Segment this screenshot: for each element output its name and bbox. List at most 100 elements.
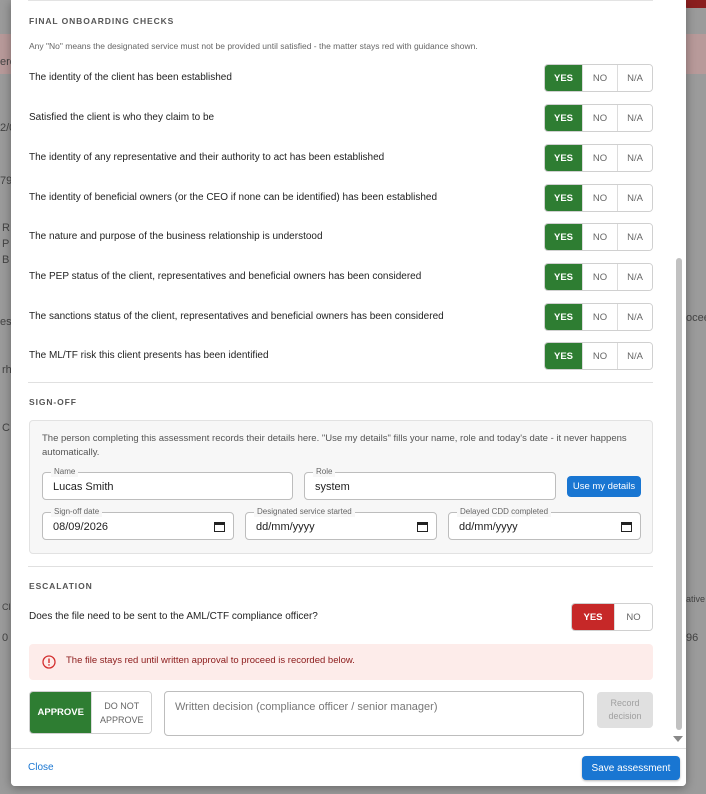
check-label: The ML/TF risk this client presents has … [29, 350, 269, 361]
service-started-label: Designated service started [254, 507, 355, 517]
do-not-approve-label: APPROVE [99, 714, 144, 725]
record-decision-button[interactable]: Record decision [597, 692, 653, 728]
check-yes-button[interactable]: YES [545, 65, 582, 91]
check-na-button[interactable]: N/A [617, 145, 652, 171]
escalation-row: Does the file need to be sent to the AML… [28, 603, 653, 631]
signoff-note: The person completing this assessment re… [42, 433, 627, 458]
check-na-button[interactable]: N/A [617, 224, 652, 250]
check-row: Satisfied the client is who they claim t… [28, 104, 653, 132]
assessment-dialog: FINAL ONBOARDING CHECKS Any "No" means t… [11, 0, 686, 786]
check-yes-button[interactable]: YES [545, 224, 582, 250]
final-checks-note: Any "No" means the designated service mu… [29, 41, 478, 51]
background-text: 0 [2, 632, 9, 644]
check-label: The identity of any representative and t… [29, 152, 385, 163]
record-decision-label: decision [608, 711, 642, 721]
signoff-date-value: 08/09/2026 [53, 521, 109, 533]
cdd-completed-value: dd/mm/yyyy [459, 521, 518, 533]
background-text: ocee [686, 312, 706, 324]
check-yes-button[interactable]: YES [545, 145, 582, 171]
check-na-button[interactable]: N/A [617, 105, 652, 131]
error-icon [42, 655, 56, 669]
yes-no-na-toggle[interactable]: YES NO N/A [544, 144, 653, 172]
check-na-button[interactable]: N/A [617, 185, 652, 211]
background-text: 96 [686, 632, 699, 644]
written-decision-input[interactable]: Written decision (compliance officer / s… [164, 691, 584, 736]
background-text: B [2, 254, 10, 266]
check-na-button[interactable]: N/A [617, 65, 652, 91]
save-assessment-button[interactable]: Save assessment [582, 756, 680, 780]
check-row: The PEP status of the client, representa… [28, 263, 653, 291]
yes-no-na-toggle[interactable]: YES NO N/A [544, 342, 653, 370]
name-label: Name [51, 467, 79, 477]
check-yes-button[interactable]: YES [545, 185, 582, 211]
check-na-button[interactable]: N/A [617, 304, 652, 330]
scroll-down-icon[interactable] [673, 736, 683, 742]
background-text: Cl [2, 602, 11, 612]
escalation-no-button[interactable]: NO [614, 604, 652, 630]
check-yes-button[interactable]: YES [545, 304, 582, 330]
check-yes-button[interactable]: YES [545, 343, 582, 369]
yes-no-na-toggle[interactable]: YES NO N/A [544, 184, 653, 212]
check-row: The nature and purpose of the business r… [28, 223, 653, 251]
check-label: The identity of beneficial owners (or th… [29, 192, 438, 203]
final-checks-title: FINAL ONBOARDING CHECKS [29, 16, 175, 26]
check-no-button[interactable]: NO [582, 65, 617, 91]
calendar-icon[interactable] [417, 521, 428, 532]
dialog-scroll-area[interactable]: FINAL ONBOARDING CHECKS Any "No" means t… [11, 0, 686, 748]
record-decision-label: Record [610, 698, 640, 708]
background-text: C [2, 422, 10, 434]
check-no-button[interactable]: NO [582, 145, 617, 171]
background-text: es [0, 316, 12, 328]
check-yes-button[interactable]: YES [545, 105, 582, 131]
yes-no-na-toggle[interactable]: YES NO N/A [544, 303, 653, 331]
escalation-alert: The file stays red until written approva… [29, 644, 653, 680]
approval-toggle[interactable]: APPROVE DO NOT APPROVE [29, 691, 152, 734]
check-row: The identity of any representative and t… [28, 144, 653, 172]
check-row: The identity of beneficial owners (or th… [28, 184, 653, 212]
check-no-button[interactable]: NO [582, 105, 617, 131]
background-text: ative [686, 594, 706, 604]
do-not-approve-button[interactable]: DO NOT APPROVE [91, 692, 151, 733]
check-row: The ML/TF risk this client presents has … [28, 342, 653, 370]
role-label: Role [313, 467, 336, 477]
approve-button[interactable]: APPROVE [30, 692, 92, 733]
yes-no-na-toggle[interactable]: YES NO N/A [544, 104, 653, 132]
check-no-button[interactable]: NO [582, 343, 617, 369]
scrollbar-thumb[interactable] [676, 258, 682, 730]
signoff-date-field[interactable]: Sign-off date 08/09/2026 [42, 507, 234, 540]
check-yes-button[interactable]: YES [545, 264, 582, 290]
check-label: Satisfied the client is who they claim t… [29, 112, 215, 123]
cdd-completed-label: Delayed CDD completed [457, 507, 552, 517]
background-text: P [2, 238, 10, 250]
escalation-yes-button[interactable]: YES [572, 604, 614, 630]
alert-text: The file stays red until written approva… [66, 655, 355, 666]
close-button[interactable]: Close [28, 762, 54, 773]
yes-no-na-toggle[interactable]: YES NO N/A [544, 64, 653, 92]
check-na-button[interactable]: N/A [617, 343, 652, 369]
check-no-button[interactable]: NO [582, 264, 617, 290]
role-field[interactable]: Role system [304, 467, 556, 500]
dialog-footer: Close Save assessment [11, 748, 686, 786]
service-started-field[interactable]: Designated service started dd/mm/yyyy [245, 507, 437, 540]
calendar-icon[interactable] [214, 521, 225, 532]
check-na-button[interactable]: N/A [617, 264, 652, 290]
do-not-approve-label: DO NOT [104, 700, 140, 711]
escalation-toggle[interactable]: YES NO [571, 603, 653, 631]
yes-no-na-toggle[interactable]: YES NO N/A [544, 263, 653, 291]
name-field[interactable]: Name Lucas Smith [42, 467, 293, 500]
check-label: The identity of the client has been esta… [29, 72, 232, 83]
check-no-button[interactable]: NO [582, 224, 617, 250]
check-row: The sanctions status of the client, repr… [28, 303, 653, 331]
use-my-details-button[interactable]: Use my details [567, 476, 641, 497]
check-label: The PEP status of the client, representa… [29, 271, 422, 282]
cdd-completed-field[interactable]: Delayed CDD completed dd/mm/yyyy [448, 507, 641, 540]
check-no-button[interactable]: NO [582, 304, 617, 330]
escalation-question: Does the file need to be sent to the AML… [29, 611, 318, 622]
yes-no-na-toggle[interactable]: YES NO N/A [544, 223, 653, 251]
role-value: system [315, 481, 350, 493]
check-row: The identity of the client has been esta… [28, 64, 653, 92]
background-banner-right [686, 34, 706, 74]
signoff-title: SIGN-OFF [29, 397, 77, 407]
calendar-icon[interactable] [621, 521, 632, 532]
check-no-button[interactable]: NO [582, 185, 617, 211]
